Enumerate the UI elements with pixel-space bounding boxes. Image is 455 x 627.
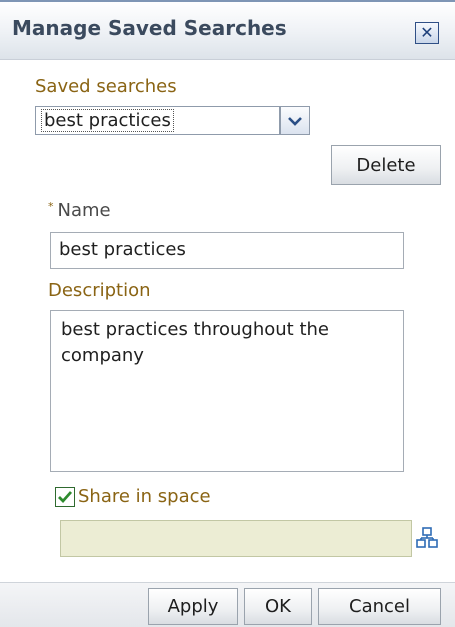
saved-searches-dropdown-button[interactable] — [280, 106, 310, 135]
description-label: Description — [48, 280, 151, 301]
name-input[interactable]: best practices — [50, 232, 404, 269]
dialog-titlebar: Manage Saved Searches ✕ — [0, 2, 455, 60]
name-label: * Name — [48, 200, 111, 221]
hierarchy-picker-icon[interactable] — [416, 527, 438, 549]
chevron-down-icon — [288, 116, 302, 126]
apply-button[interactable]: Apply — [148, 588, 238, 625]
saved-searches-select[interactable]: best practices — [35, 106, 280, 135]
close-icon: ✕ — [420, 23, 434, 42]
manage-saved-searches-dialog: Manage Saved Searches ✕ Saved searches b… — [0, 0, 455, 627]
saved-searches-label: Saved searches — [35, 76, 177, 97]
ok-button[interactable]: OK — [244, 588, 312, 625]
saved-searches-selected-value: best practices — [41, 109, 174, 132]
dialog-footer: Apply OK Cancel — [0, 582, 455, 627]
required-marker: * — [48, 200, 54, 213]
share-in-space-label: Share in space — [78, 486, 211, 507]
delete-button[interactable]: Delete — [331, 145, 441, 185]
checkmark-icon — [58, 491, 73, 504]
name-label-text: Name — [57, 200, 111, 221]
space-field — [60, 520, 412, 557]
dialog-title: Manage Saved Searches — [12, 16, 287, 40]
description-textarea[interactable]: best practices throughout the company — [50, 310, 404, 472]
cancel-button[interactable]: Cancel — [318, 588, 441, 625]
close-button[interactable]: ✕ — [415, 22, 439, 44]
share-in-space-checkbox[interactable] — [55, 487, 75, 507]
